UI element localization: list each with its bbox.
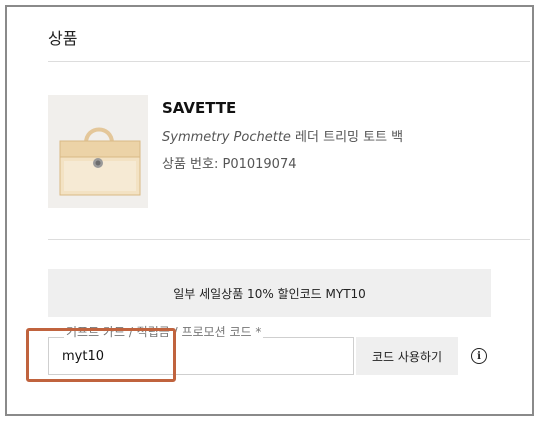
product-name: Symmetry Pochette 레더 트리밍 토트 백 (162, 126, 403, 145)
handbag-icon (48, 95, 148, 208)
apply-code-button[interactable]: 코드 사용하기 (356, 337, 458, 375)
promo-code-input[interactable] (48, 337, 354, 375)
promo-banner: 일부 세일상품 10% 할인코드 MYT10 (48, 269, 491, 317)
product-image (48, 95, 148, 208)
product-name-ko: 레더 트리밍 토트 백 (290, 130, 404, 145)
product-name-en: Symmetry Pochette (162, 130, 291, 145)
info-icon[interactable]: i (471, 348, 487, 364)
product-brand: SAVETTE (162, 99, 237, 117)
section-title: 상품 (48, 29, 78, 48)
product-divider (48, 239, 530, 240)
promo-code-label: 기프트 카드 / 적립금 / 프로모션 코드 * (64, 323, 264, 340)
product-number: 상품 번호: P01019074 (162, 157, 297, 172)
section-divider (48, 61, 530, 62)
